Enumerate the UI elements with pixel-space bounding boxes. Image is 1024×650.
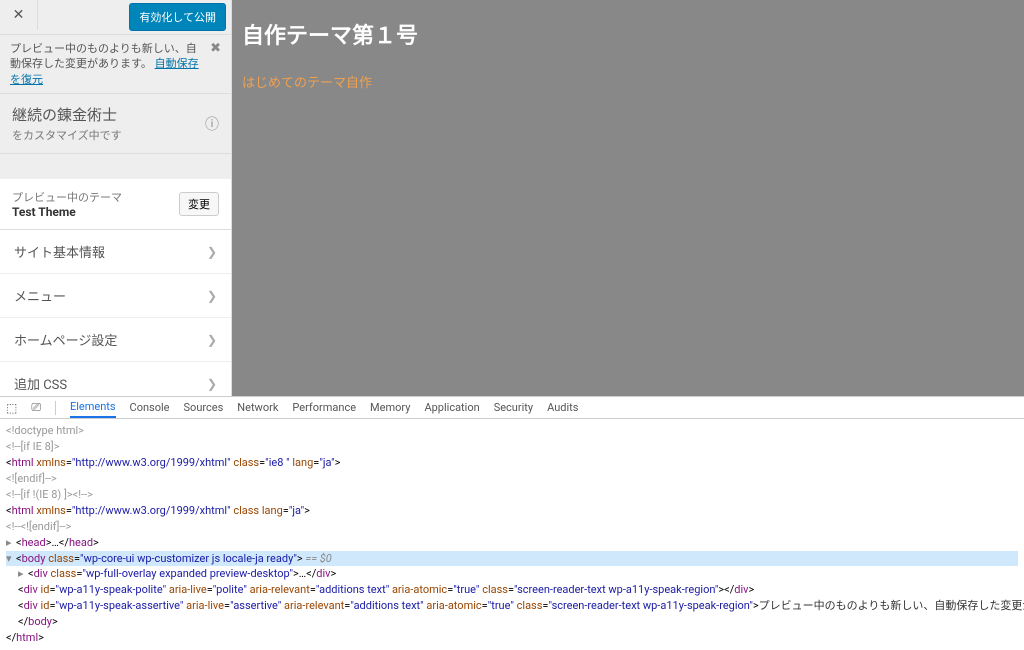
dom-line[interactable]: <!--<![endif]--> xyxy=(6,520,71,533)
customizing-label: をカスタマイズ中です xyxy=(12,127,205,143)
chevron-right-icon: ❯ xyxy=(207,377,217,391)
tab-elements[interactable]: Elements xyxy=(70,397,116,418)
theme-name: Test Theme xyxy=(12,205,179,219)
sidebar-topbar: ✕ 有効化して公開 xyxy=(0,0,231,35)
dom-line[interactable]: <html xmlns="http://www.w3.org/1999/xhtm… xyxy=(6,503,1018,519)
tab-sources[interactable]: Sources xyxy=(184,398,224,417)
dom-line[interactable]: ▸<div class="wp-full-overlay expanded pr… xyxy=(6,566,1018,582)
dom-line[interactable]: <!doctype html> xyxy=(6,424,84,437)
section-label: サイト基本情報 xyxy=(14,242,105,261)
dismiss-notice-icon[interactable]: ✖ xyxy=(210,41,221,56)
section-label: 追加 CSS xyxy=(14,374,67,393)
chevron-right-icon: ❯ xyxy=(207,245,217,259)
site-title-row: 継続の錬金術士 をカスタマイズ中です ⓘ xyxy=(0,94,231,154)
dom-line[interactable]: <div id="wp-a11y-speak-polite" aria-live… xyxy=(6,582,1018,598)
section-label: メニュー xyxy=(14,286,66,305)
dom-line[interactable]: <html xmlns="http://www.w3.org/1999/xhtm… xyxy=(6,455,1018,471)
autosave-notice: プレビュー中のものよりも新しい、自動保存した変更があります。 自動保存を復元 ✖ xyxy=(0,35,231,94)
inspect-icon[interactable]: ⬚ xyxy=(6,401,17,415)
dom-line-selected[interactable]: ▾<body class="wp-core-ui wp-customizer j… xyxy=(6,551,1018,567)
tab-network[interactable]: Network xyxy=(237,398,278,417)
tab-application[interactable]: Application xyxy=(424,398,479,417)
publish-button[interactable]: 有効化して公開 xyxy=(129,3,226,31)
preview-tagline: はじめてのテーマ自作 xyxy=(242,72,1014,91)
device-toggle-icon[interactable]: ⎚ xyxy=(31,400,41,415)
tab-performance[interactable]: Performance xyxy=(292,398,356,417)
dom-line[interactable]: ▸<head>…</head> xyxy=(6,535,1018,551)
elements-tree[interactable]: <!doctype html> <!--[if IE 8]> <html xml… xyxy=(0,419,1024,650)
dom-line[interactable]: <!--[if IE 8]> xyxy=(6,440,59,453)
theme-row: プレビュー中のテーマ Test Theme 変更 xyxy=(0,179,231,230)
chevron-right-icon: ❯ xyxy=(207,333,217,347)
theme-label: プレビュー中のテーマ xyxy=(12,189,179,205)
close-icon[interactable]: ✕ xyxy=(0,0,38,30)
dom-line[interactable]: <div id="wp-a11y-speak-assertive" aria-l… xyxy=(6,598,1018,614)
tab-console[interactable]: Console xyxy=(130,398,170,417)
devtools-panel: ⬚ ⎚ Elements Console Sources Network Per… xyxy=(0,396,1024,650)
section-menu[interactable]: メニュー ❯ xyxy=(0,274,231,318)
tab-audits[interactable]: Audits xyxy=(547,398,578,417)
site-title: 継続の錬金術士 xyxy=(12,104,205,125)
section-label: ホームページ設定 xyxy=(14,330,117,349)
dom-line[interactable]: </body> xyxy=(6,614,1018,630)
customizer-sidebar: ✕ 有効化して公開 プレビュー中のものよりも新しい、自動保存した変更があります。… xyxy=(0,0,232,396)
help-icon[interactable]: ⓘ xyxy=(205,114,219,134)
preview-heading: 自作テーマ第１号 xyxy=(242,18,1014,50)
devtools-tabs: ⬚ ⎚ Elements Console Sources Network Per… xyxy=(0,397,1024,419)
section-homepage[interactable]: ホームページ設定 ❯ xyxy=(0,318,231,362)
section-list: サイト基本情報 ❯ メニュー ❯ ホームページ設定 ❯ 追加 CSS ❯ xyxy=(0,230,231,406)
change-theme-button[interactable]: 変更 xyxy=(179,192,219,216)
section-site-info[interactable]: サイト基本情報 ❯ xyxy=(0,230,231,274)
tab-memory[interactable]: Memory xyxy=(370,398,410,417)
theme-preview: 自作テーマ第１号 はじめてのテーマ自作 xyxy=(232,0,1024,396)
chevron-right-icon: ❯ xyxy=(207,289,217,303)
dom-line[interactable]: </html> xyxy=(6,630,1018,646)
tab-security[interactable]: Security xyxy=(494,398,533,417)
dom-line[interactable]: <![endif]--> xyxy=(6,472,57,485)
dom-line[interactable]: <!--[if !(IE 8) ]><!--> xyxy=(6,488,93,501)
